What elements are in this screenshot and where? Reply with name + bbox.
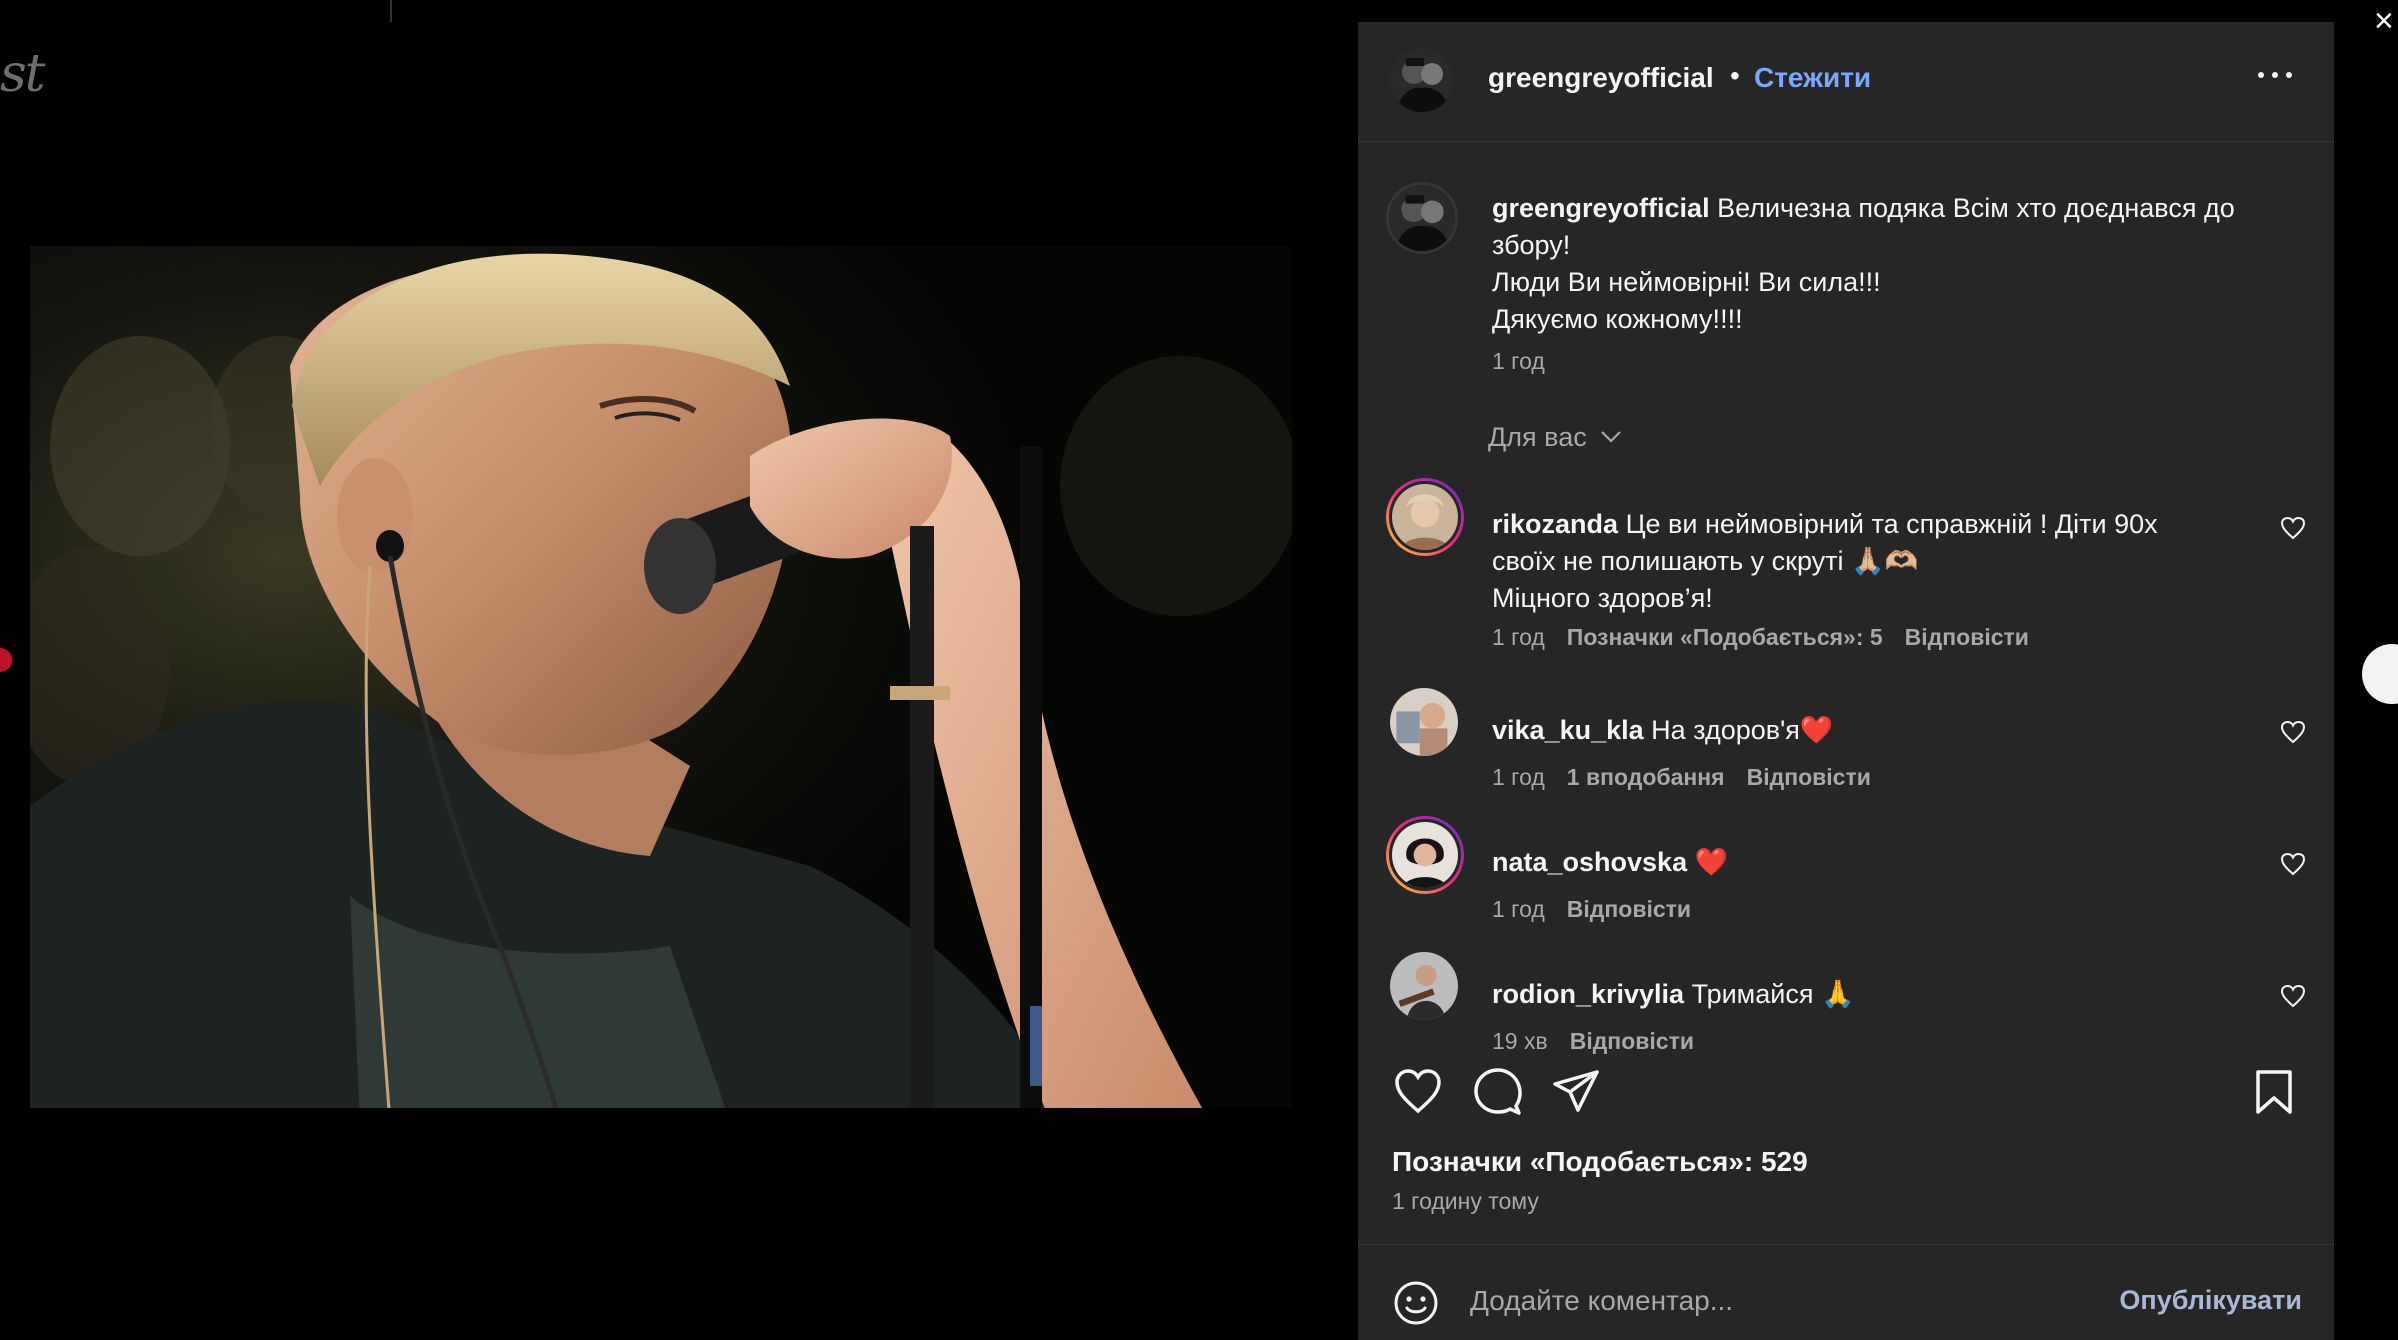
heart-icon[interactable] <box>2280 852 2306 876</box>
reply-button[interactable]: Відповісти <box>1570 1028 1694 1054</box>
comment-input[interactable] <box>1470 1275 2090 1327</box>
heart-icon[interactable] <box>2280 516 2306 540</box>
emoji-icon[interactable] <box>1392 1279 1440 1327</box>
bookmark-icon[interactable] <box>2248 1066 2300 1118</box>
comment-body: rikozanda Це ви неймовірний та справжній… <box>1492 506 2232 617</box>
comment-body: vika_ku_kla На здоров'я❤️ <box>1492 712 2232 749</box>
chevron-down-icon <box>1601 431 1621 443</box>
post-panel: greengreyofficial • Стежити greengreyoff… <box>1358 22 2334 1340</box>
comment-body: rodion_krivylia Тримайся 🙏 <box>1492 976 2232 1013</box>
comment-meta: 1 год 1 вподобання Відповісти <box>1492 764 1871 791</box>
comment-username[interactable]: rodion_krivylia <box>1492 979 1684 1009</box>
comment-time[interactable]: 19 хв <box>1492 1028 1548 1054</box>
background-text: st <box>0 44 46 104</box>
commenter-avatar[interactable] <box>1390 688 1458 756</box>
comment-icon[interactable] <box>1472 1066 1524 1118</box>
comment-likes[interactable]: 1 вподобання <box>1567 764 1725 790</box>
post-timestamp[interactable]: 1 годину тому <box>1392 1188 1539 1215</box>
comment-meta: 1 год Відповісти <box>1492 896 1691 923</box>
comment-meta: 19 хв Відповісти <box>1492 1028 1694 1055</box>
heart-icon[interactable] <box>2280 984 2306 1008</box>
commenter-avatar[interactable] <box>1386 816 1464 894</box>
more-icon[interactable] <box>2258 66 2294 82</box>
comment-body: nata_oshovska ❤️ <box>1492 844 2232 881</box>
comment-username[interactable]: vika_ku_kla <box>1492 715 1644 745</box>
comment-likes[interactable]: Позначки «Подобається»: 5 <box>1567 624 1883 650</box>
comment-username[interactable]: nata_oshovska <box>1492 847 1687 877</box>
singer-photo-illustration <box>30 246 1292 1122</box>
comment-line: На здоров'я❤️ <box>1651 715 1834 745</box>
background-divider <box>390 0 392 22</box>
comment-meta: 1 год Позначки «Подобається»: 5 Відповісти <box>1492 624 2029 651</box>
caption-line: Люди Ви неймовірні! Ви сила!!! <box>1492 267 1881 297</box>
reply-button[interactable]: Відповісти <box>1905 624 2029 650</box>
caption: greengreyofficial Величезна подяка Всім … <box>1492 190 2292 338</box>
post-header: greengreyofficial • Стежити <box>1358 22 2334 142</box>
comment-line: Тримайся 🙏 <box>1691 979 1855 1009</box>
caption-author-avatar[interactable] <box>1386 182 1458 254</box>
caption-line: збору! <box>1492 230 1571 260</box>
heart-icon[interactable] <box>1392 1066 1444 1118</box>
caption-time[interactable]: 1 год <box>1492 348 1545 375</box>
author-avatar[interactable] <box>1390 48 1454 112</box>
close-icon[interactable]: × <box>2374 4 2398 38</box>
caption-line: Величезна подяка Всім хто доєднався до <box>1717 193 2235 223</box>
share-icon[interactable] <box>1550 1066 1602 1118</box>
comment-line: Міцного здоров’я! <box>1492 583 1713 613</box>
comment-username[interactable]: rikozanda <box>1492 509 1618 539</box>
comment-time[interactable]: 1 год <box>1492 764 1545 790</box>
post-photo[interactable] <box>30 246 1292 1122</box>
comment-line: ❤️ <box>1694 847 1729 877</box>
commenter-avatar[interactable] <box>1390 952 1458 1020</box>
comment-line: своїх не полишають у скруті 🙏🏼🫶🏼 <box>1492 546 1919 576</box>
caption-line: Дякуємо кожному!!!! <box>1492 304 1743 334</box>
heart-icon[interactable] <box>2280 720 2306 744</box>
reply-button[interactable]: Відповісти <box>1747 764 1871 790</box>
publish-button[interactable]: Опублікувати <box>2119 1285 2302 1316</box>
comment-line: Це ви неймовірний та справжній ! Діти 90… <box>1625 509 2158 539</box>
reply-button[interactable]: Відповісти <box>1567 896 1691 922</box>
commenter-avatar[interactable] <box>1386 478 1464 556</box>
comment-sort-label: Для вас <box>1488 422 1587 452</box>
comment-sort-dropdown[interactable]: Для вас <box>1488 422 1621 453</box>
comment-time[interactable]: 1 год <box>1492 624 1545 650</box>
likes-count[interactable]: Позначки «Подобається»: 529 <box>1392 1146 1808 1178</box>
separator-dot: • <box>1730 60 1740 91</box>
caption-username[interactable]: greengreyofficial <box>1492 193 1710 223</box>
comment-bar: Опублікувати <box>1358 1244 2334 1340</box>
follow-button[interactable]: Стежити <box>1754 62 1871 94</box>
author-username[interactable]: greengreyofficial <box>1488 62 1714 94</box>
comment-time[interactable]: 1 год <box>1492 896 1545 922</box>
